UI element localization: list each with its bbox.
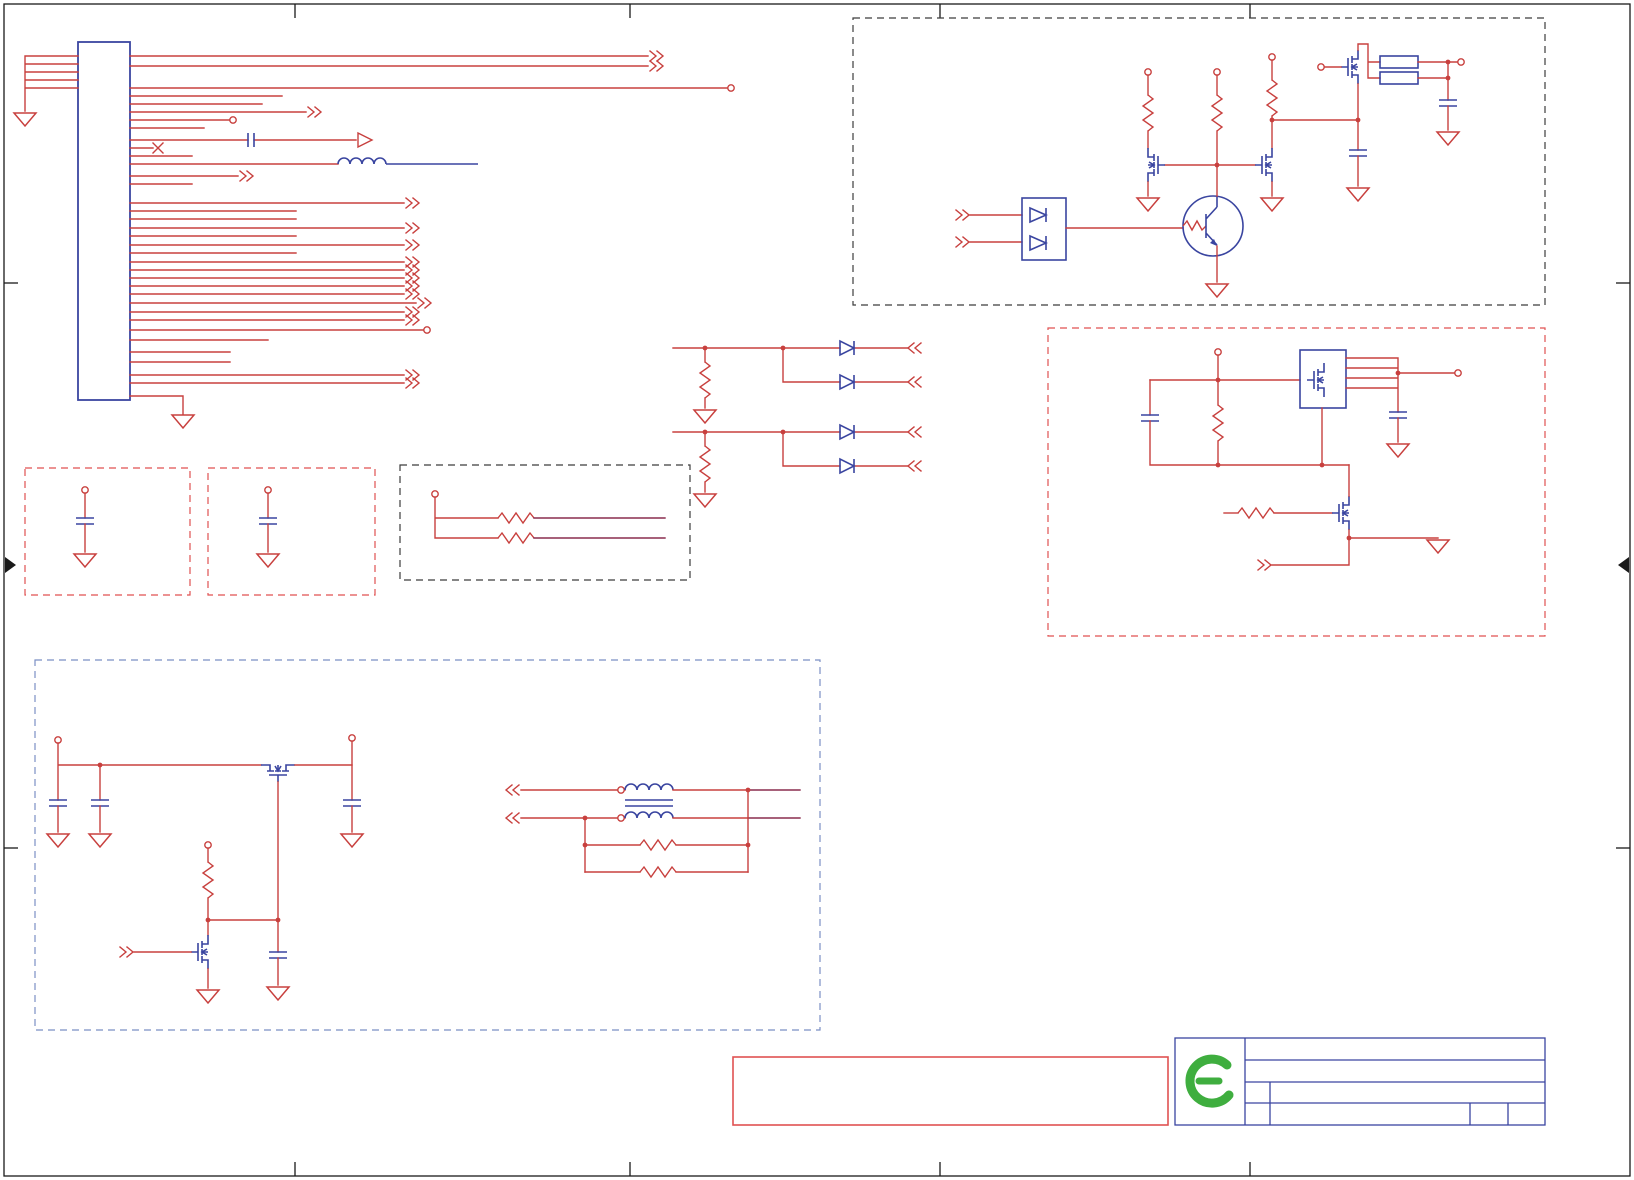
- diode-symbol: [839, 458, 855, 474]
- section-outline: [207, 467, 376, 596]
- ground-symbol: [13, 112, 37, 127]
- no-connect-mark: [152, 142, 164, 154]
- net-pin: [727, 84, 735, 92]
- resistor-symbol: [497, 532, 535, 544]
- transformer-winding: [624, 811, 674, 819]
- ground-symbol: [1205, 283, 1229, 298]
- notes-box: [732, 1056, 1169, 1126]
- mosfet-symbol: [1254, 147, 1273, 183]
- dual-diode-package: [1021, 197, 1067, 261]
- packaged-mosfet: [1299, 349, 1347, 409]
- diode-symbol: [839, 424, 855, 440]
- pullup-resistor-left: [1142, 68, 1154, 149]
- zone-marker-left: [5, 557, 16, 573]
- section-outline: [1047, 327, 1546, 637]
- switch-section: [1047, 327, 1546, 637]
- mcu-block: [13, 41, 735, 429]
- capacitor-symbol: [343, 799, 361, 807]
- decoupling-box-1: [24, 467, 191, 596]
- winding-pin: [617, 786, 625, 794]
- ground-symbol: [256, 553, 280, 568]
- diode-array-1: [672, 340, 922, 424]
- ic-offpage-connectors: [229, 50, 735, 389]
- pullup-resistor-mid: [1211, 68, 1223, 197]
- resistor-symbol: [639, 866, 677, 878]
- resistor-symbol: [639, 839, 677, 851]
- resistor-symbol: [1237, 507, 1275, 519]
- resistor-symbol: [1212, 404, 1224, 442]
- ground-symbol: [73, 553, 97, 568]
- diode-array-2: [672, 424, 922, 508]
- company-logo: [1185, 1054, 1234, 1108]
- ground-symbol: [1386, 443, 1410, 458]
- common-mode-choke-circuit: [505, 783, 801, 878]
- schematic-canvas: [3, 3, 1631, 1177]
- input-filter: [46, 736, 262, 848]
- gate-drive-circuit: [119, 781, 290, 1004]
- ic-left-power-pins: [13, 55, 79, 127]
- zone-marker-right: [1618, 557, 1629, 573]
- capacitor-symbol: [91, 799, 109, 807]
- offsheet-arrow: [357, 131, 374, 149]
- high-side-pfet: [1317, 43, 1465, 202]
- title-block: [1174, 1037, 1546, 1126]
- resistor-symbol: [699, 361, 711, 399]
- resistor-symbol: [699, 445, 711, 483]
- capacitor-symbol: [247, 133, 255, 147]
- ground-symbol: [266, 986, 290, 1001]
- inductor-symbol: [337, 157, 387, 165]
- pullup-resistor-right: [1266, 53, 1278, 149]
- section-outline: [24, 467, 191, 596]
- resistor-pack: [1379, 71, 1419, 85]
- ground-symbol: [46, 833, 70, 848]
- capacitor-symbol: [1389, 411, 1407, 419]
- net-pin: [229, 116, 237, 124]
- ground-symbol: [1436, 131, 1460, 146]
- capacitor-symbol: [1349, 149, 1367, 157]
- series-pass-mosfet: [260, 764, 296, 783]
- capacitor-symbol: [259, 517, 277, 525]
- schematic-sheet: [0, 0, 1634, 1180]
- ground-symbol: [693, 409, 717, 424]
- ground-symbol: [1426, 539, 1450, 554]
- diode-symbol: [839, 374, 855, 390]
- section-outline: [399, 464, 691, 581]
- capacitor-symbol: [1439, 99, 1457, 107]
- section-outline: [852, 17, 1546, 306]
- ground-symbol: [340, 833, 364, 848]
- resistor-symbol: [497, 512, 535, 524]
- driver-section: [852, 17, 1546, 306]
- net-pin: [423, 326, 431, 334]
- series-resistor-box: [399, 464, 691, 581]
- decoupling-box-2: [207, 467, 376, 596]
- mosfet-symbol: [1331, 495, 1350, 531]
- power-input-section: [34, 659, 821, 1031]
- capacitor-symbol: [76, 517, 94, 525]
- ic-right-pin-wires: [129, 55, 729, 429]
- ground-symbol: [196, 989, 220, 1004]
- transformer-core: [625, 799, 673, 807]
- capacitor-symbol: [1141, 414, 1159, 422]
- capacitor-symbol: [49, 799, 67, 807]
- resistor-pack: [1379, 55, 1419, 69]
- mosfet-symbol: [1340, 49, 1359, 85]
- transformer-winding: [624, 783, 674, 791]
- ground-symbol: [1346, 187, 1370, 202]
- ground-symbol: [88, 833, 112, 848]
- winding-pin: [617, 814, 625, 822]
- ground-symbol: [1260, 197, 1284, 212]
- diode-symbol: [839, 340, 855, 356]
- ground-symbol: [1136, 197, 1160, 212]
- bjt-transistor: [1182, 195, 1244, 257]
- mosfet-symbol: [1147, 147, 1166, 183]
- ground-symbol: [693, 493, 717, 508]
- ic-symbol: [77, 41, 131, 401]
- resistor-symbol: [202, 861, 214, 899]
- capacitor-symbol: [269, 951, 287, 959]
- ground-symbol: [171, 414, 195, 429]
- mosfet-symbol: [190, 934, 209, 970]
